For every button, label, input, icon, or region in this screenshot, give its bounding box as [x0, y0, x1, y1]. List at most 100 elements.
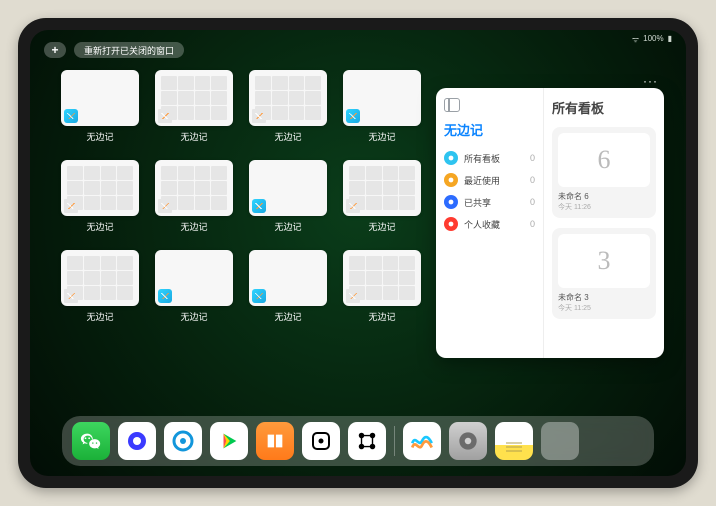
window-thumbnail[interactable]: 无边记 — [248, 250, 328, 332]
thumbnail-label: 无边记 — [274, 130, 301, 143]
thumbnail-label: 无边记 — [274, 220, 301, 233]
board-item[interactable]: 3 未命名 3今天 11:25 — [552, 228, 656, 319]
sidebar-item-label: 个人收藏 — [464, 218, 500, 231]
dock-separator — [394, 426, 395, 456]
thumbnail-preview — [343, 250, 421, 306]
dock — [62, 416, 654, 466]
qq-browser-icon[interactable] — [164, 422, 202, 460]
panel-menu-dots[interactable]: ··· — [643, 74, 658, 88]
books-icon[interactable] — [256, 422, 294, 460]
window-grid: 无边记无边记无边记无边记无边记无边记无边记无边记无边记无边记无边记无边记 — [60, 70, 422, 422]
freeform-app-icon — [252, 109, 266, 123]
sidebar-item[interactable]: 最近使用0 — [444, 169, 535, 191]
screen: ᯤ 100% ▮ + 重新打开已关闭的窗口 无边记无边记无边记无边记无边记无边记… — [30, 30, 686, 476]
thumbnail-preview — [61, 160, 139, 216]
top-bar: + 重新打开已关闭的窗口 — [44, 42, 184, 58]
freeform-app-icon — [158, 199, 172, 213]
panel-right-title: 所有看板 — [552, 98, 656, 117]
sidebar-item[interactable]: 所有看板 0 — [444, 147, 535, 169]
thumbnail-preview — [155, 160, 233, 216]
freeform-app-icon — [64, 109, 78, 123]
wifi-icon: ᯤ — [632, 34, 639, 45]
panel-sidebar: 无边记 所有看板 0 最近使用0 已共享 0 个人收藏 0 — [436, 88, 544, 358]
connect-icon[interactable] — [348, 422, 386, 460]
board-title: 未命名 3 — [558, 292, 650, 303]
thumbnail-label: 无边记 — [368, 220, 395, 233]
window-thumbnail[interactable]: 无边记 — [154, 70, 234, 152]
category-icon — [444, 217, 458, 231]
thumbnail-label: 无边记 — [180, 130, 207, 143]
new-window-button[interactable]: + — [44, 42, 66, 58]
freeform-app-icon — [252, 199, 266, 213]
thumbnail-preview — [61, 250, 139, 306]
freeform-app-icon — [346, 199, 360, 213]
freeform-app-icon — [64, 289, 78, 303]
sidebar-item-label: 已共享 — [464, 196, 491, 209]
panel-content: 所有看板 6 未命名 6今天 11:26 3 未命名 3今天 11:25 — [544, 88, 664, 358]
panel-left-title: 无边记 — [444, 120, 535, 139]
thumbnail-preview — [343, 160, 421, 216]
board-preview: 6 — [558, 133, 650, 187]
sidebar-item[interactable]: 已共享 0 — [444, 191, 535, 213]
window-thumbnail[interactable]: 无边记 — [342, 250, 422, 332]
thumbnail-preview — [61, 70, 139, 126]
thumbnail-label: 无边记 — [368, 130, 395, 143]
thumbnail-preview — [155, 70, 233, 126]
sidebar-toggle-icon[interactable] — [444, 98, 460, 112]
board-item[interactable]: 6 未命名 6今天 11:26 — [552, 127, 656, 218]
quark-icon[interactable] — [118, 422, 156, 460]
thumbnail-label: 无边记 — [180, 220, 207, 233]
sidebar-item-count: 0 — [530, 219, 535, 229]
thumbnail-label: 无边记 — [368, 310, 395, 323]
freeform-app-icon — [158, 109, 172, 123]
dice-icon[interactable] — [302, 422, 340, 460]
settings-icon[interactable] — [449, 422, 487, 460]
window-thumbnail[interactable]: 无边记 — [60, 160, 140, 242]
window-thumbnail[interactable]: 无边记 — [154, 160, 234, 242]
category-icon — [444, 151, 458, 165]
thumbnail-label: 无边记 — [274, 310, 301, 323]
thumbnail-label: 无边记 — [86, 130, 113, 143]
window-thumbnail[interactable]: 无边记 — [60, 70, 140, 152]
iqiyi-icon[interactable] — [210, 422, 248, 460]
freeform-app-icon — [158, 289, 172, 303]
status-bar: ᯤ 100% ▮ — [632, 34, 672, 45]
thumbnail-preview — [343, 70, 421, 126]
sidebar-item-count: 0 — [530, 197, 535, 207]
reopen-closed-window-button[interactable]: 重新打开已关闭的窗口 — [74, 42, 184, 58]
app-folder[interactable] — [541, 422, 579, 460]
freeform-panel[interactable]: ··· 无边记 所有看板0最近使用0已共享0个人收藏0 所有看板 6未命名 6今… — [436, 88, 664, 358]
board-preview: 3 — [558, 234, 650, 288]
battery-label: 100% — [643, 34, 663, 45]
ipad-frame: ᯤ 100% ▮ + 重新打开已关闭的窗口 无边记无边记无边记无边记无边记无边记… — [18, 18, 698, 488]
notes-icon[interactable] — [495, 422, 533, 460]
thumbnail-preview — [155, 250, 233, 306]
board-timestamp: 今天 11:26 — [558, 202, 650, 212]
thumbnail-preview — [249, 250, 327, 306]
sidebar-item[interactable]: 个人收藏 0 — [444, 213, 535, 235]
wechat-icon[interactable] — [72, 422, 110, 460]
freeform-app-icon — [64, 199, 78, 213]
thumbnail-label: 无边记 — [86, 220, 113, 233]
category-icon — [444, 173, 458, 187]
sidebar-item-count: 0 — [530, 153, 535, 163]
sidebar-item-label: 最近使用 — [464, 174, 500, 187]
window-thumbnail[interactable]: 无边记 — [154, 250, 234, 332]
thumbnail-preview — [249, 160, 327, 216]
window-thumbnail[interactable]: 无边记 — [60, 250, 140, 332]
window-thumbnail[interactable]: 无边记 — [342, 160, 422, 242]
sidebar-item-label: 所有看板 — [464, 152, 500, 165]
window-thumbnail[interactable]: 无边记 — [248, 160, 328, 242]
freeform-app-icon — [346, 289, 360, 303]
freeform-icon[interactable] — [403, 422, 441, 460]
thumbnail-label: 无边记 — [86, 310, 113, 323]
freeform-app-icon — [252, 289, 266, 303]
board-title: 未命名 6 — [558, 191, 650, 202]
thumbnail-label: 无边记 — [180, 310, 207, 323]
window-thumbnail[interactable]: 无边记 — [248, 70, 328, 152]
category-icon — [444, 195, 458, 209]
board-timestamp: 今天 11:25 — [558, 303, 650, 313]
battery-icon: ▮ — [668, 34, 672, 45]
thumbnail-preview — [249, 70, 327, 126]
window-thumbnail[interactable]: 无边记 — [342, 70, 422, 152]
